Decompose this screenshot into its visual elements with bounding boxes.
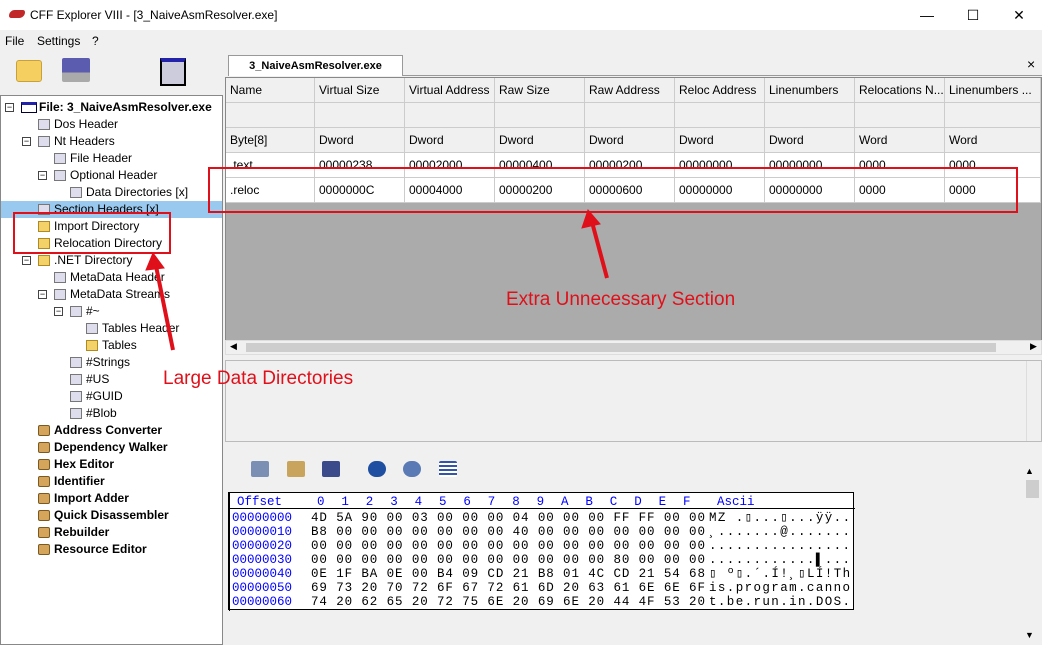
directory-annotation: Large Data Directories xyxy=(163,368,354,389)
section-arrow xyxy=(590,221,609,279)
section-arrowhead xyxy=(581,209,601,229)
section-annotation: Extra Unnecessary Section xyxy=(506,289,736,310)
annotation-arrows xyxy=(145,209,609,351)
directory-arrowhead xyxy=(145,251,165,271)
directory-arrow xyxy=(154,265,175,351)
